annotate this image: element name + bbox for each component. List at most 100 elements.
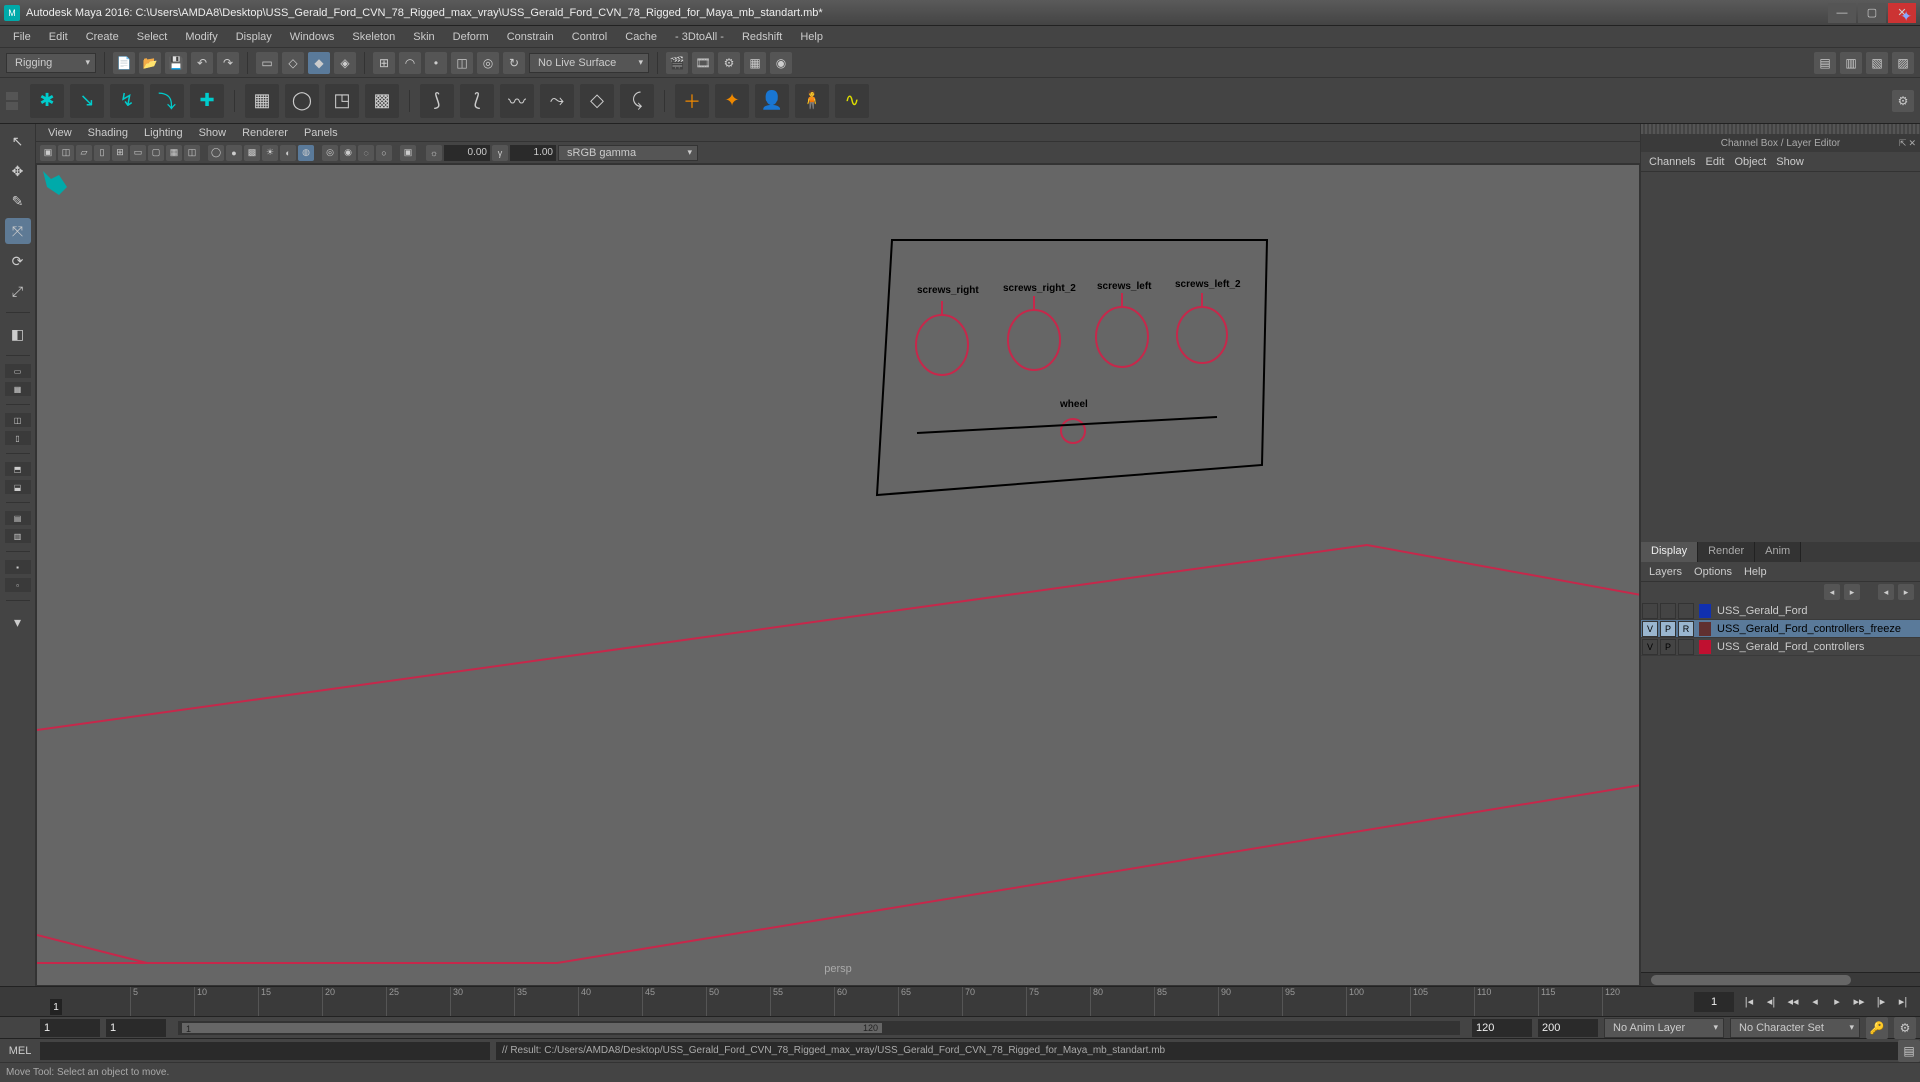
go-start-icon[interactable]: |◂ <box>1738 992 1760 1012</box>
live-surface-dropdown[interactable]: No Live Surface <box>529 53 649 73</box>
panel-menu-show[interactable]: Show <box>191 125 235 141</box>
lasso-tool-icon[interactable]: ✥ <box>5 158 31 184</box>
shelf-sphere-icon[interactable]: ◯ <box>285 84 319 118</box>
shelf-bind-skin-icon[interactable]: ⟆ <box>420 84 454 118</box>
menu-deform[interactable]: Deform <box>444 28 498 46</box>
layout-hyper-icon[interactable]: ▫ <box>5 578 31 592</box>
layer-name[interactable]: USS_Gerald_Ford_controllers <box>1713 641 1864 653</box>
paint-select-tool-icon[interactable]: ✎ <box>5 188 31 214</box>
layout-graph-icon[interactable]: ▤ <box>5 511 31 525</box>
close-panel-icon[interactable]: ✕ <box>1908 138 1916 149</box>
snap-plane-icon[interactable]: ◫ <box>451 52 473 74</box>
menu-modify[interactable]: Modify <box>176 28 226 46</box>
layer-color-swatch[interactable] <box>1699 640 1711 654</box>
layer-vis-toggle[interactable]: V <box>1642 639 1658 655</box>
shelf-parent-constraint-icon[interactable]: ＋ <box>675 84 709 118</box>
shade-smooth-icon[interactable]: ● <box>226 145 242 161</box>
menu-skeleton[interactable]: Skeleton <box>343 28 404 46</box>
select-multi-icon[interactable]: ◈ <box>334 52 356 74</box>
menu-create[interactable]: Create <box>77 28 128 46</box>
cam-lock-icon[interactable]: ▯ <box>94 145 110 161</box>
view-res-icon[interactable]: ▦ <box>166 145 182 161</box>
menu-windows[interactable]: Windows <box>281 28 344 46</box>
shelf-mirror-joint-icon[interactable]: ✚ <box>190 84 224 118</box>
gamma-icon[interactable]: γ <box>492 145 508 161</box>
ipr-render-icon[interactable]: 🎞 <box>692 52 714 74</box>
time-cursor[interactable]: 1 <box>50 999 62 1015</box>
shelf-lattice-flex-icon[interactable]: ◇ <box>580 84 614 118</box>
exposure-icon[interactable]: ☼ <box>426 145 442 161</box>
shelf-humanik-icon[interactable]: 👤 <box>755 84 789 118</box>
layout-top-icon[interactable]: ⬒ <box>5 462 31 476</box>
layout-vert-icon[interactable]: ▯ <box>5 431 31 445</box>
cam-image-icon[interactable]: ▱ <box>76 145 92 161</box>
viewport[interactable]: screws_right screws_right_2 screws_left … <box>36 164 1640 986</box>
menu-cache[interactable]: Cache <box>616 28 666 46</box>
menu-edit[interactable]: Edit <box>40 28 77 46</box>
tab-render[interactable]: Render <box>1698 542 1755 562</box>
layer-name[interactable]: USS_Gerald_Ford_controllers_freeze <box>1713 623 1901 635</box>
shelf-paint-weights-icon[interactable]: 〰 <box>500 84 534 118</box>
play-back-icon[interactable]: ◂ <box>1804 992 1826 1012</box>
panel-menu-shading[interactable]: Shading <box>80 125 136 141</box>
layer-row[interactable]: V P R USS_Gerald_Ford_controllers_freeze <box>1641 620 1920 638</box>
layer-row[interactable]: V P USS_Gerald_Ford_controllers <box>1641 638 1920 656</box>
last-tool-icon[interactable]: ◧ <box>5 321 31 347</box>
move-tool-icon[interactable]: ⤧ <box>5 218 31 244</box>
panel-menu-view[interactable]: View <box>40 125 80 141</box>
shelf-point-constraint-icon[interactable]: ✦ <box>715 84 749 118</box>
channel-menu-edit[interactable]: Edit <box>1705 156 1724 168</box>
menu-file[interactable]: File <box>4 28 40 46</box>
range-slider[interactable]: 1120 <box>178 1021 1460 1035</box>
module-selector[interactable]: Rigging <box>6 53 96 73</box>
ao-icon[interactable]: ◉ <box>340 145 356 161</box>
select-hierarchy-icon[interactable]: ▭ <box>256 52 278 74</box>
panel-layout-3-icon[interactable]: ▧ <box>1866 52 1888 74</box>
time-track[interactable]: 1 51015202530354045505560657075808590951… <box>36 987 1690 1016</box>
menu-select[interactable]: Select <box>128 28 177 46</box>
render-settings-icon[interactable]: ⚙ <box>718 52 740 74</box>
select-component-icon[interactable]: ◆ <box>308 52 330 74</box>
range-end-outer[interactable]: 200 <box>1538 1019 1598 1037</box>
layout-anim-icon[interactable]: ▥ <box>5 529 31 543</box>
panel-layout-1-icon[interactable]: ▤ <box>1814 52 1836 74</box>
channel-menu-show[interactable]: Show <box>1776 156 1804 168</box>
layout-bottom-icon[interactable]: ⬓ <box>5 480 31 494</box>
shelf-insert-joint-icon[interactable]: ⤵ <box>150 84 184 118</box>
menu-skin[interactable]: Skin <box>404 28 443 46</box>
range-start-inner[interactable]: 1 <box>106 1019 166 1037</box>
snap-live-icon[interactable]: ◎ <box>477 52 499 74</box>
shelf-expressions-icon[interactable]: ∿ <box>835 84 869 118</box>
shelf-ik-spline-icon[interactable]: ↯ <box>110 84 144 118</box>
shelf-flex-icon[interactable]: ⤳ <box>540 84 574 118</box>
panel-menu-panels[interactable]: Panels <box>296 125 346 141</box>
step-fwd-icon[interactable]: ▸▸ <box>1848 992 1870 1012</box>
shelf-joint-tool-icon[interactable]: ✱ <box>30 84 64 118</box>
menu-redshift[interactable]: Redshift <box>733 28 791 46</box>
layer-vis-toggle[interactable] <box>1642 603 1658 619</box>
cam-bookmark-icon[interactable]: ◫ <box>58 145 74 161</box>
panel-layout-2-icon[interactable]: ▥ <box>1840 52 1862 74</box>
isolate-icon[interactable]: ▣ <box>400 145 416 161</box>
step-fwd-key-icon[interactable]: |▸ <box>1870 992 1892 1012</box>
menu-3dtoall[interactable]: - 3DtoAll - <box>666 28 733 46</box>
shade-xray-icon[interactable]: ◍ <box>298 145 314 161</box>
menu-display[interactable]: Display <box>227 28 281 46</box>
layout-left-icon[interactable]: ◫ <box>5 413 31 427</box>
layer-ref-toggle[interactable]: R <box>1678 621 1694 637</box>
time-slider[interactable]: 1 51015202530354045505560657075808590951… <box>0 986 1920 1016</box>
view-film-icon[interactable]: ▭ <box>130 145 146 161</box>
redo-icon[interactable]: ↷ <box>217 52 239 74</box>
shelf-ik-handle-icon[interactable]: ↘ <box>70 84 104 118</box>
panel-layout-4-icon[interactable]: ▨ <box>1892 52 1914 74</box>
channel-menu-object[interactable]: Object <box>1734 156 1766 168</box>
new-scene-icon[interactable]: 📄 <box>113 52 135 74</box>
shelf-tabs[interactable] <box>6 92 18 110</box>
cam-select-icon[interactable]: ▣ <box>40 145 56 161</box>
layer-vis-toggle[interactable]: V <box>1642 621 1658 637</box>
shade-tex-icon[interactable]: ▩ <box>244 145 260 161</box>
layer-hscrollbar[interactable] <box>1641 972 1920 986</box>
open-scene-icon[interactable]: 📂 <box>139 52 161 74</box>
range-start-outer[interactable]: 1 <box>40 1019 100 1037</box>
rotate-tool-icon[interactable]: ⟳ <box>5 248 31 274</box>
